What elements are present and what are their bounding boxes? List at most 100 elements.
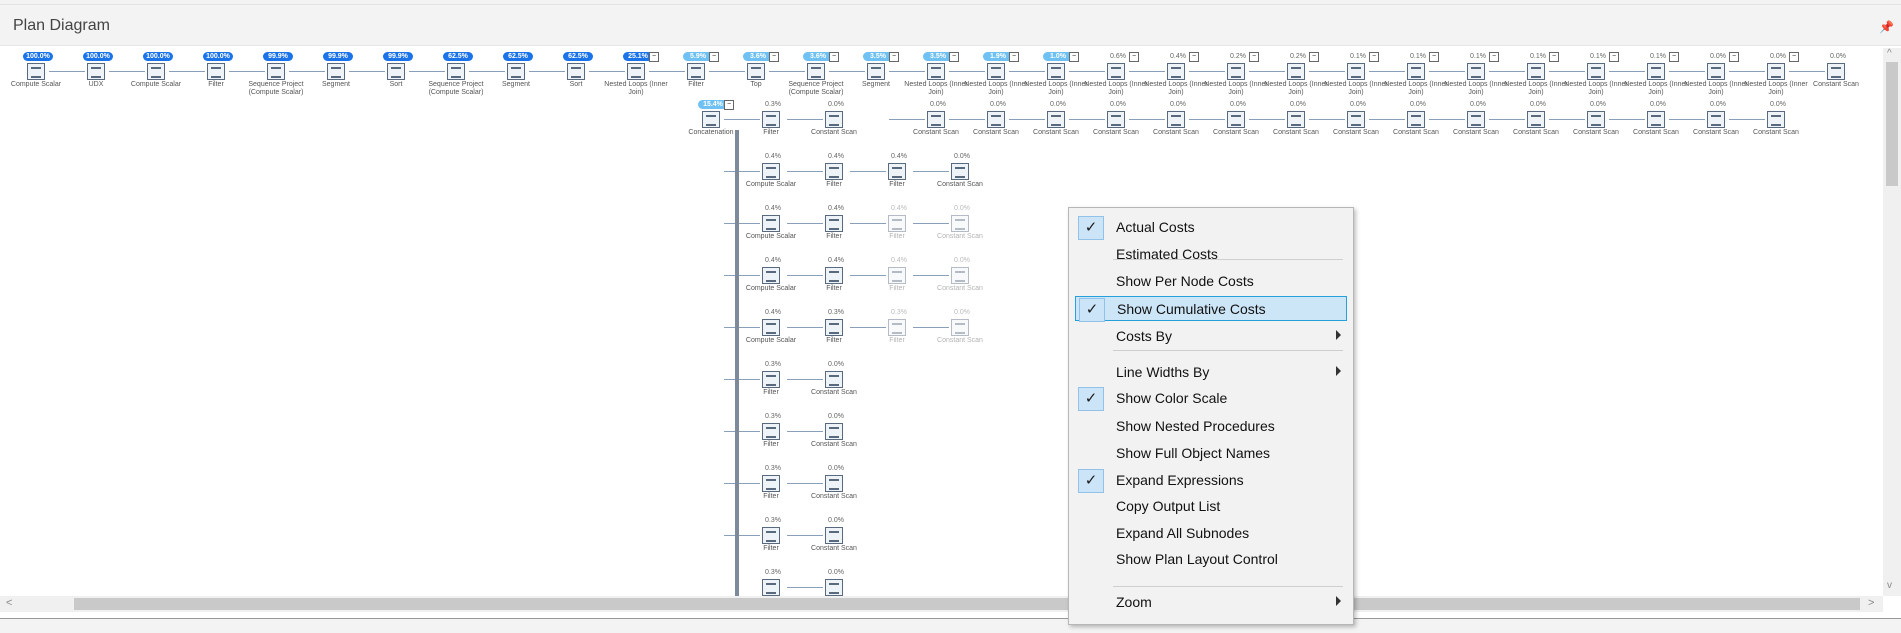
plan-node[interactable]: 0.0% Constant Scan [1129,96,1209,148]
horizontal-scroll-thumb[interactable] [74,598,1860,610]
plan-node[interactable]: 0.4% Filter [787,148,867,200]
operator-icon[interactable] [1107,111,1125,128]
collapse-icon[interactable]: − [1009,52,1019,62]
plan-node[interactable]: 0.3% Filter [850,304,930,356]
operator-icon[interactable] [1107,63,1125,80]
scroll-down-icon[interactable]: v [1887,580,1892,591]
plan-node[interactable]: 3.5% Nested Loops (Inner Join) − [889,48,969,100]
plan-node[interactable]: 0.4% Filter [787,200,867,252]
collapse-icon[interactable]: − [1309,52,1319,62]
menu-item-estimated-costs[interactable]: Estimated Costs [1075,242,1347,267]
operator-icon[interactable] [687,63,705,80]
collapse-icon[interactable]: − [1069,52,1079,62]
plan-node[interactable]: 0.0% Constant Scan [787,356,867,408]
collapse-icon[interactable]: − [1729,52,1739,62]
operator-icon[interactable] [207,63,225,80]
plan-node[interactable]: 0.0% Constant Scan [1189,96,1269,148]
operator-icon[interactable] [762,111,780,128]
plan-node[interactable]: 0.0% Nested Loops (Inner Join) − [1729,48,1809,100]
collapse-icon[interactable]: − [1489,52,1499,62]
collapse-icon[interactable]: − [1249,52,1259,62]
operator-icon[interactable] [987,111,1005,128]
operator-icon[interactable] [762,475,780,492]
menu-item-costs-by[interactable]: Costs By [1075,324,1347,349]
plan-node[interactable]: 0.2% Nested Loops (Inner Join) − [1189,48,1269,100]
operator-icon[interactable] [888,267,906,284]
operator-icon[interactable] [825,215,843,232]
operator-icon[interactable] [888,215,906,232]
operator-icon[interactable] [951,319,969,336]
scroll-right-icon[interactable]: > [1868,597,1874,609]
collapse-icon[interactable]: − [1549,52,1559,62]
operator-icon[interactable] [825,475,843,492]
collapse-icon[interactable]: − [649,52,659,62]
plan-node[interactable]: 100.0% Filter [169,48,249,100]
operator-icon[interactable] [1287,63,1305,80]
plan-node[interactable]: 99.9% Sort [349,48,429,100]
operator-icon[interactable] [1647,63,1665,80]
operator-icon[interactable] [951,163,969,180]
plan-node[interactable]: 0.0% Constant Scan [1429,96,1509,148]
collapse-icon[interactable]: − [1789,52,1799,62]
operator-icon[interactable] [825,319,843,336]
operator-icon[interactable] [387,63,405,80]
plan-node[interactable]: 0.3% Filter [724,96,804,148]
plan-node[interactable]: 0.0% Constant Scan [1309,96,1389,148]
operator-icon[interactable] [1287,111,1305,128]
plan-node[interactable]: 0.3% Filter [724,356,804,408]
plan-node[interactable]: 0.0% Constant Scan [1069,96,1149,148]
plan-node[interactable]: 0.0% Constant Scan [1249,96,1329,148]
pin-icon[interactable]: 📌 [1879,20,1894,34]
menu-item-show-color-scale[interactable]: ✓ Show Color Scale [1075,386,1347,411]
operator-icon[interactable] [888,319,906,336]
menu-item-line-widths-by[interactable]: Line Widths By [1075,360,1347,385]
operator-icon[interactable] [825,111,843,128]
plan-node[interactable]: 0.4% Compute Scalar [724,200,804,252]
plan-node[interactable]: 0.0% Constant Scan [889,96,969,148]
operator-icon[interactable] [762,163,780,180]
plan-node[interactable]: 0.3% Filter [724,460,804,512]
operator-icon[interactable] [762,579,780,596]
operator-icon[interactable] [1227,63,1245,80]
operator-icon[interactable] [1347,111,1365,128]
collapse-icon[interactable]: − [1129,52,1139,62]
collapse-icon[interactable]: − [709,52,719,62]
operator-icon[interactable] [1587,63,1605,80]
menu-item-show-full-object-names[interactable]: Show Full Object Names [1075,441,1347,466]
operator-icon[interactable] [1707,111,1725,128]
plan-node[interactable]: 0.4% Filter [850,252,930,304]
menu-item-expand-expressions[interactable]: ✓ Expand Expressions [1075,468,1347,493]
plan-node[interactable]: 62.5% Segment [469,48,549,100]
operator-icon[interactable] [1407,111,1425,128]
operator-icon[interactable] [1227,111,1245,128]
operator-icon[interactable] [507,63,525,80]
plan-node[interactable]: 0.6% Nested Loops (Inner Join) − [1069,48,1149,100]
plan-node[interactable]: 0.0% Constant Scan [1729,96,1809,148]
collapse-icon[interactable]: − [1669,52,1679,62]
operator-icon[interactable] [447,63,465,80]
plan-node[interactable]: 0.1% Nested Loops (Inner Join) − [1489,48,1569,100]
operator-icon[interactable] [762,423,780,440]
plan-node[interactable]: 0.0% [787,564,867,596]
operator-icon[interactable] [1767,111,1785,128]
operator-icon[interactable] [147,63,165,80]
operator-icon[interactable] [1647,111,1665,128]
collapse-icon[interactable]: − [1609,52,1619,62]
plan-node[interactable]: 3.6% Top − [709,48,789,100]
plan-node[interactable]: 0.4% Filter [850,148,930,200]
operator-icon[interactable] [951,267,969,284]
plan-node[interactable]: 1.0% Nested Loops (Inner Join) − [1009,48,1089,100]
operator-icon[interactable] [762,371,780,388]
operator-icon[interactable] [888,163,906,180]
menu-item-zoom[interactable]: Zoom [1075,590,1347,615]
plan-node[interactable]: 0.2% Nested Loops (Inner Join) − [1249,48,1329,100]
operator-icon[interactable] [327,63,345,80]
plan-node[interactable]: 0.0% Constant Scan [1789,48,1869,100]
plan-node[interactable]: 25.1% Nested Loops (Inner Join) − [589,48,669,100]
menu-item-actual-costs[interactable]: ✓ Actual Costs [1075,215,1347,240]
operator-icon[interactable] [1827,63,1845,80]
operator-icon[interactable] [825,267,843,284]
plan-node[interactable]: 100.0% UDX [49,48,129,100]
collapse-icon[interactable]: − [1429,52,1439,62]
operator-icon[interactable] [825,579,843,596]
